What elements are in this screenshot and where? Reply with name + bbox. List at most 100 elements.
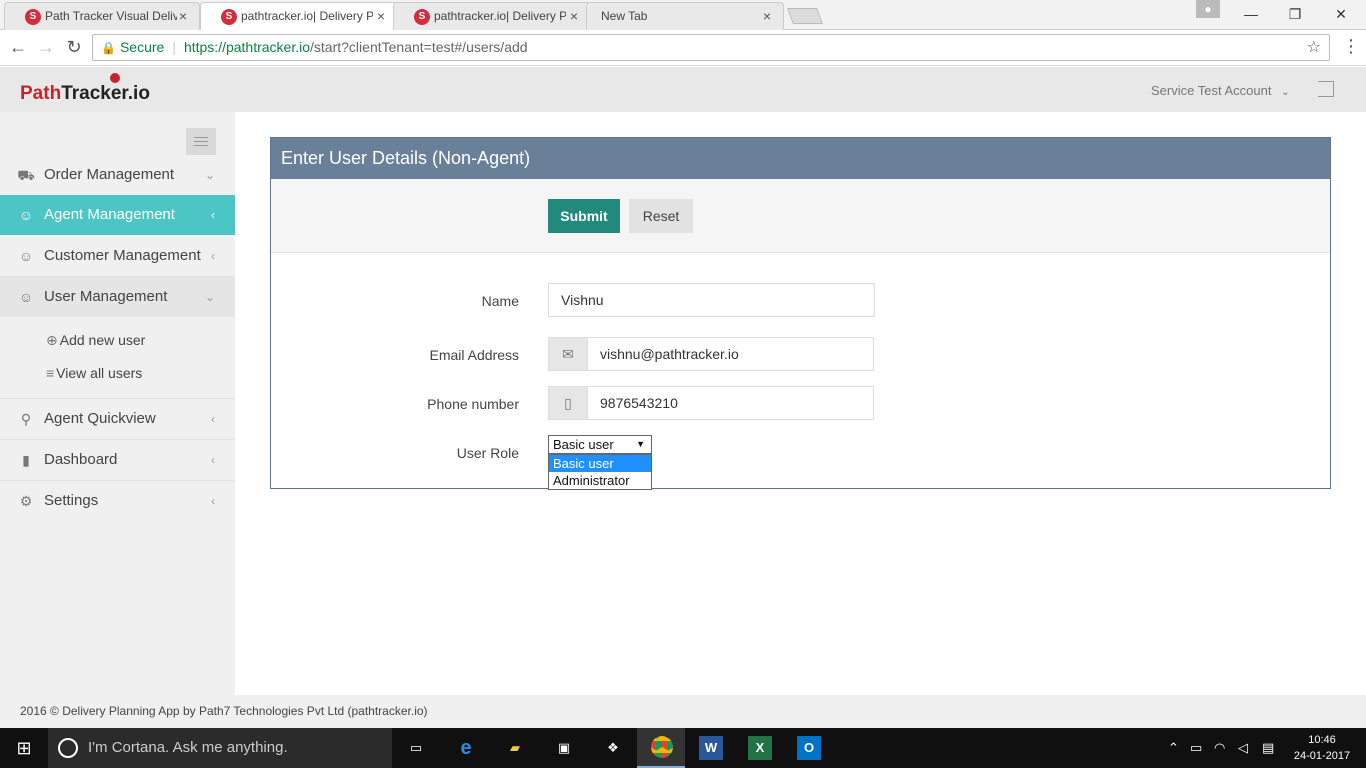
sidebar-item-user-management[interactable]: ☺ User Management ⌄ [0, 277, 235, 317]
url-path: /start?clientTenant=test#/users/add [310, 39, 528, 55]
outlook-icon[interactable]: O [797, 736, 821, 760]
tab-label: pathtracker.io| Delivery P [434, 9, 566, 23]
app-header: PathTracker.io Service Test Account ⌄ [0, 67, 1366, 112]
submit-button[interactable]: Submit [548, 199, 620, 233]
phone-field[interactable]: 9876543210 [587, 386, 874, 420]
role-option-administrator[interactable]: Administrator [549, 472, 651, 489]
account-name: Service Test Account [1151, 83, 1272, 98]
sidebar-item-agent-management[interactable]: ☺ Agent Management ‹ [0, 195, 243, 235]
logo-part3: .io [127, 83, 150, 104]
browser-menu-icon[interactable]: ⋮ [1342, 36, 1360, 57]
plus-circle-icon: ⊕ [46, 332, 58, 348]
store-icon[interactable]: ▣ [552, 736, 576, 760]
close-tab-icon[interactable]: × [763, 3, 771, 29]
browser-tab-4[interactable]: New Tab × [586, 2, 784, 30]
notifications-icon[interactable]: ▤ [1262, 728, 1274, 768]
sidebar-item-label: Agent Management [44, 206, 175, 223]
browser-tab-2[interactable]: S pathtracker.io| Delivery P × [200, 2, 398, 30]
pathtracker-favicon-icon: S [414, 9, 430, 25]
pathtracker-favicon-icon: S [25, 9, 41, 25]
word-icon[interactable]: W [699, 736, 723, 760]
windows-start-icon[interactable]: ⊞ [0, 728, 48, 768]
logout-icon[interactable] [1318, 81, 1334, 97]
tab-label: Path Tracker Visual Delive [45, 9, 177, 23]
dropbox-icon[interactable]: ❖ [601, 736, 625, 760]
wifi-icon[interactable]: ◠ [1214, 728, 1225, 768]
system-clock[interactable]: 10:46 24-01-2017 [1290, 732, 1354, 764]
sidebar-item-order-management[interactable]: ⛟ Order Management ⌄ [0, 155, 235, 195]
bike-icon: ⚲ [20, 411, 32, 427]
show-hidden-icons-icon[interactable]: ⌃ [1168, 728, 1179, 768]
browser-tab-1[interactable]: S Path Tracker Visual Delive × [4, 2, 200, 30]
sidebar-item-label: Dashboard [44, 451, 118, 468]
excel-icon[interactable]: X [748, 736, 772, 760]
logo-part1: Path [20, 83, 62, 104]
separator: | [172, 39, 176, 55]
taskbar: ⊞ I'm Cortana. Ask me anything. ▭ e ▰ ▣ … [0, 728, 1366, 768]
volume-icon[interactable]: ◁ [1238, 728, 1248, 768]
cortana-search[interactable]: I'm Cortana. Ask me anything. [48, 728, 392, 768]
user-role-selected: Basic user [553, 437, 614, 452]
tab-label: New Tab [601, 9, 648, 23]
minimize-icon[interactable]: — [1228, 0, 1274, 30]
name-field[interactable]: Vishnu [548, 283, 875, 317]
account-menu[interactable]: Service Test Account ⌄ [1151, 83, 1289, 98]
chevron-left-icon: ‹ [211, 208, 215, 222]
sidebar-subitem-view-all-users[interactable]: ≡ View all users [46, 365, 142, 381]
sidebar-item-agent-quickview[interactable]: ⚲ Agent Quickview ‹ [0, 399, 235, 439]
browser-tab-3[interactable]: S pathtracker.io| Delivery P × [393, 2, 591, 30]
close-tab-icon[interactable]: × [179, 3, 187, 29]
panel-title: Enter User Details (Non-Agent) [271, 138, 1330, 179]
edge-icon[interactable]: e [454, 736, 478, 760]
close-tab-icon[interactable]: × [570, 3, 578, 29]
email-label: Email Address [429, 347, 519, 363]
logo-pin-icon [110, 73, 120, 83]
user-role-select[interactable]: Basic user ▼ [548, 435, 652, 454]
sidebar-subitem-add-new-user[interactable]: ⊕ Add new user [46, 332, 145, 349]
sidebar-item-label: Customer Management [44, 247, 201, 264]
sidebar-item-settings[interactable]: ⚙ Settings ‹ [0, 481, 235, 521]
chrome-icon[interactable] [650, 736, 674, 760]
subitem-label: Add new user [59, 332, 146, 348]
phone-label: Phone number [427, 396, 519, 412]
profile-icon[interactable]: ● [1196, 0, 1220, 18]
forward-icon[interactable]: → [34, 36, 58, 60]
envelope-icon: ✉ [548, 337, 588, 371]
reset-button[interactable]: Reset [629, 199, 693, 233]
email-field[interactable]: vishnu@pathtracker.io [587, 337, 874, 371]
lock-icon: 🔒 [101, 41, 116, 55]
clock-date: 24-01-2017 [1293, 750, 1351, 762]
sidebar-item-dashboard[interactable]: ▮ Dashboard ‹ [0, 440, 235, 480]
list-icon: ≡ [46, 365, 55, 381]
chevron-left-icon: ‹ [211, 494, 215, 508]
file-explorer-icon[interactable]: ▰ [503, 736, 527, 760]
close-tab-icon[interactable]: × [377, 3, 385, 29]
task-view-icon[interactable]: ▭ [404, 736, 428, 760]
tab-label: pathtracker.io| Delivery P [241, 9, 373, 23]
sidebar-item-customer-management[interactable]: ☺ Customer Management ‹ [0, 236, 235, 276]
chevron-down-icon: ⌄ [204, 168, 215, 182]
chevron-down-icon: ⌄ [1281, 87, 1290, 98]
role-option-basic-user[interactable]: Basic user [549, 455, 651, 472]
url-host: https://pathtracker.io [183, 39, 311, 55]
battery-icon[interactable]: ▭ [1190, 728, 1202, 768]
restore-icon[interactable]: ❐ [1272, 0, 1318, 30]
back-icon[interactable]: ← [6, 36, 30, 60]
menu-toggle-icon[interactable] [186, 128, 216, 155]
subitem-label: View all users [56, 365, 143, 381]
bookmark-star-icon[interactable]: ☆ [1307, 35, 1321, 60]
chevron-left-icon: ‹ [211, 249, 215, 263]
mobile-phone-icon: ▯ [548, 386, 588, 420]
pathtracker-favicon-icon: S [221, 9, 237, 25]
new-tab-button[interactable] [787, 8, 823, 24]
main-content: Enter User Details (Non-Agent) Submit Re… [235, 112, 1366, 695]
form-actions: Submit Reset [271, 179, 1330, 253]
pathtracker-logo[interactable]: PathTracker.io [20, 73, 150, 105]
customer-icon: ☺ [18, 248, 34, 264]
footer: 2016 © Delivery Planning App by Path7 Te… [0, 695, 1366, 728]
chevron-left-icon: ‹ [211, 453, 215, 467]
reload-icon[interactable]: ↻ [62, 36, 86, 60]
window-close-icon[interactable]: ✕ [1318, 0, 1364, 30]
bar-chart-icon: ▮ [22, 452, 30, 468]
address-bar[interactable]: 🔒 Secure | https://pathtracker.io/start?cli… [92, 34, 1330, 61]
